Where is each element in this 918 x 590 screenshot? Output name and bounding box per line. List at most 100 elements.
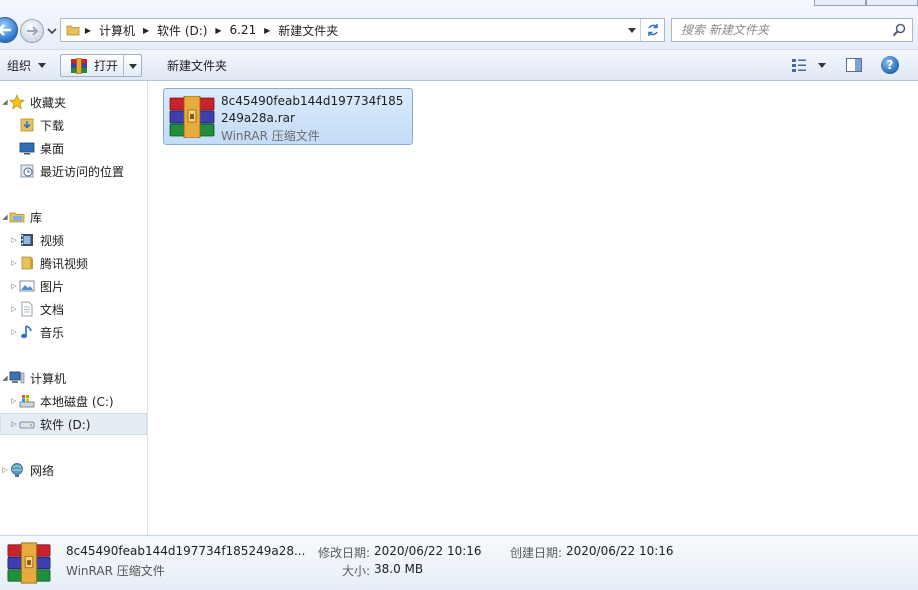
nav-computer-label: 计算机 bbox=[30, 371, 67, 386]
details-file-name: 8c45490feab144d197734f185249a28... bbox=[66, 544, 306, 558]
nav-downloads-label: 下载 bbox=[40, 118, 65, 133]
nav-favorites-label: 收藏夹 bbox=[30, 95, 67, 110]
expand-arrow-icon[interactable]: ▷ bbox=[10, 305, 18, 313]
navigation-pane: ◢ 收藏夹 下载 桌面 最近访问的位置 ◢ 库 ▷ 视频 ▷ 腾讯视频 ▷ 图片… bbox=[0, 81, 148, 535]
breadcrumb-software-drive[interactable]: 软件 (D:) bbox=[154, 22, 210, 39]
expand-arrow-icon[interactable]: ▷ bbox=[10, 397, 18, 405]
collapse-arrow-icon[interactable]: ◢ bbox=[1, 213, 9, 221]
file-item-rar[interactable]: 8c45490feab144d197734f185249a28a.rar Win… bbox=[163, 88, 413, 145]
expand-arrow-icon[interactable]: ▷ bbox=[10, 282, 18, 290]
file-name: 8c45490feab144d197734f185249a28a.rar bbox=[221, 94, 404, 125]
nav-pictures[interactable]: ▷ 图片 bbox=[0, 275, 147, 297]
details-modified-label: 修改日期: bbox=[318, 546, 371, 560]
search-input[interactable] bbox=[672, 19, 882, 41]
nav-desktop[interactable]: 桌面 bbox=[0, 137, 147, 159]
breadcrumb-chevron-icon[interactable]: ▶ bbox=[210, 26, 226, 35]
recent-places-icon bbox=[20, 164, 34, 178]
chevron-down-icon bbox=[38, 63, 47, 68]
refresh-button[interactable] bbox=[640, 19, 664, 41]
forward-arrow-icon bbox=[27, 26, 38, 36]
videos-icon bbox=[21, 234, 33, 246]
open-button[interactable]: 打开 bbox=[60, 54, 142, 77]
nav-videos[interactable]: ▷ 视频 bbox=[0, 229, 147, 251]
breadcrumb-computer[interactable]: 计算机 bbox=[96, 22, 138, 39]
nav-recent-places[interactable]: 最近访问的位置 bbox=[0, 160, 147, 182]
forward-button[interactable] bbox=[20, 19, 44, 43]
window-close-edge[interactable] bbox=[866, 0, 918, 6]
nav-network-label: 网络 bbox=[30, 463, 55, 478]
search-icon[interactable] bbox=[892, 23, 906, 37]
downloads-folder-icon bbox=[20, 118, 34, 132]
details-file-type: WinRAR 压缩文件 bbox=[66, 564, 165, 578]
details-size-value: 38.0 MB bbox=[374, 562, 424, 576]
expand-arrow-icon[interactable]: ▷ bbox=[1, 466, 9, 474]
nav-videos-label: 视频 bbox=[40, 233, 65, 248]
breadcrumb-chevron-icon[interactable]: ▶ bbox=[80, 26, 96, 35]
expand-arrow-icon[interactable]: ▷ bbox=[10, 328, 18, 336]
address-history-dropdown-icon[interactable] bbox=[628, 28, 636, 33]
music-note-icon bbox=[21, 325, 32, 339]
folder-icon bbox=[66, 25, 80, 36]
nav-music[interactable]: ▷ 音乐 bbox=[0, 321, 147, 343]
nav-software-disk-d-label: 软件 (D:) bbox=[40, 417, 91, 432]
drive-icon bbox=[19, 421, 35, 429]
window-minimize-edge[interactable] bbox=[814, 0, 866, 6]
winrar-archive-icon bbox=[7, 542, 51, 584]
details-size-label: 大小: bbox=[342, 564, 371, 578]
address-bar[interactable]: ▶ 计算机 ▶ 软件 (D:) ▶ 6.21 ▶ 新建文件夹 bbox=[60, 18, 665, 42]
file-list-area[interactable]: 8c45490feab144d197734f185249a28a.rar Win… bbox=[148, 81, 918, 535]
organize-button[interactable]: 组织 bbox=[7, 54, 47, 77]
nav-desktop-label: 桌面 bbox=[40, 141, 65, 156]
open-split-divider bbox=[123, 55, 124, 76]
breadcrumb-6-21[interactable]: 6.21 bbox=[226, 23, 259, 37]
file-type: WinRAR 压缩文件 bbox=[221, 129, 320, 143]
nav-libraries[interactable]: ◢ 库 bbox=[0, 206, 147, 228]
organize-label: 组织 bbox=[7, 59, 32, 73]
back-arrow-icon bbox=[0, 24, 11, 36]
details-created-label: 创建日期: bbox=[510, 546, 563, 560]
expand-arrow-icon[interactable]: ▷ bbox=[10, 420, 18, 428]
documents-icon bbox=[21, 301, 33, 317]
expand-arrow-icon[interactable]: ▷ bbox=[10, 236, 18, 244]
nav-libraries-label: 库 bbox=[30, 210, 43, 225]
computer-icon bbox=[9, 371, 25, 384]
breadcrumb-chevron-icon[interactable]: ▶ bbox=[138, 26, 154, 35]
nav-pictures-label: 图片 bbox=[40, 279, 65, 294]
search-box[interactable] bbox=[671, 18, 913, 42]
nav-recent-places-label: 最近访问的位置 bbox=[40, 164, 125, 179]
nav-tencent-videos[interactable]: ▷ 腾讯视频 bbox=[0, 252, 147, 274]
winrar-icon bbox=[71, 57, 87, 74]
nav-tencent-videos-label: 腾讯视频 bbox=[40, 256, 89, 271]
nav-music-label: 音乐 bbox=[40, 325, 65, 340]
nav-favorites[interactable]: ◢ 收藏夹 bbox=[0, 91, 147, 113]
nav-local-disk-c-label: 本地磁盘 (C:) bbox=[40, 394, 114, 409]
breadcrumb-chevron-icon[interactable]: ▶ bbox=[259, 26, 275, 35]
back-button[interactable] bbox=[0, 17, 18, 43]
nav-documents-label: 文档 bbox=[40, 302, 65, 317]
view-options-dropdown-icon[interactable] bbox=[818, 63, 826, 68]
tencent-videos-folder-icon bbox=[21, 256, 33, 270]
libraries-icon bbox=[9, 212, 25, 223]
system-drive-icon bbox=[19, 395, 35, 408]
recent-pages-dropdown-icon[interactable] bbox=[47, 27, 57, 35]
nav-local-disk-c[interactable]: ▷ 本地磁盘 (C:) bbox=[0, 390, 147, 412]
pictures-icon bbox=[19, 280, 35, 292]
winrar-archive-icon bbox=[169, 96, 215, 138]
nav-software-disk-d[interactable]: ▷ 软件 (D:) bbox=[0, 413, 147, 435]
collapse-arrow-icon[interactable]: ◢ bbox=[1, 374, 9, 382]
details-created-value: 2020/06/22 10:16 bbox=[566, 544, 674, 558]
nav-downloads[interactable]: 下载 bbox=[0, 114, 147, 136]
expand-arrow-icon[interactable]: ▷ bbox=[10, 259, 18, 267]
nav-computer[interactable]: ◢ 计算机 bbox=[0, 367, 147, 389]
new-folder-button[interactable]: 新建文件夹 bbox=[167, 54, 227, 77]
command-bar: 组织 打开 新建文件夹 ? bbox=[0, 50, 918, 81]
change-view-icon[interactable] bbox=[791, 58, 807, 72]
nav-network[interactable]: ▷ 网络 bbox=[0, 459, 147, 481]
nav-documents[interactable]: ▷ 文档 bbox=[0, 298, 147, 320]
open-with-dropdown-icon[interactable] bbox=[129, 64, 137, 69]
help-icon[interactable]: ? bbox=[881, 56, 899, 74]
details-pane: 8c45490feab144d197734f185249a28... WinRA… bbox=[0, 535, 918, 590]
collapse-arrow-icon[interactable]: ◢ bbox=[1, 98, 9, 106]
breadcrumb-current-folder[interactable]: 新建文件夹 bbox=[275, 22, 341, 39]
preview-pane-icon[interactable] bbox=[846, 58, 862, 72]
